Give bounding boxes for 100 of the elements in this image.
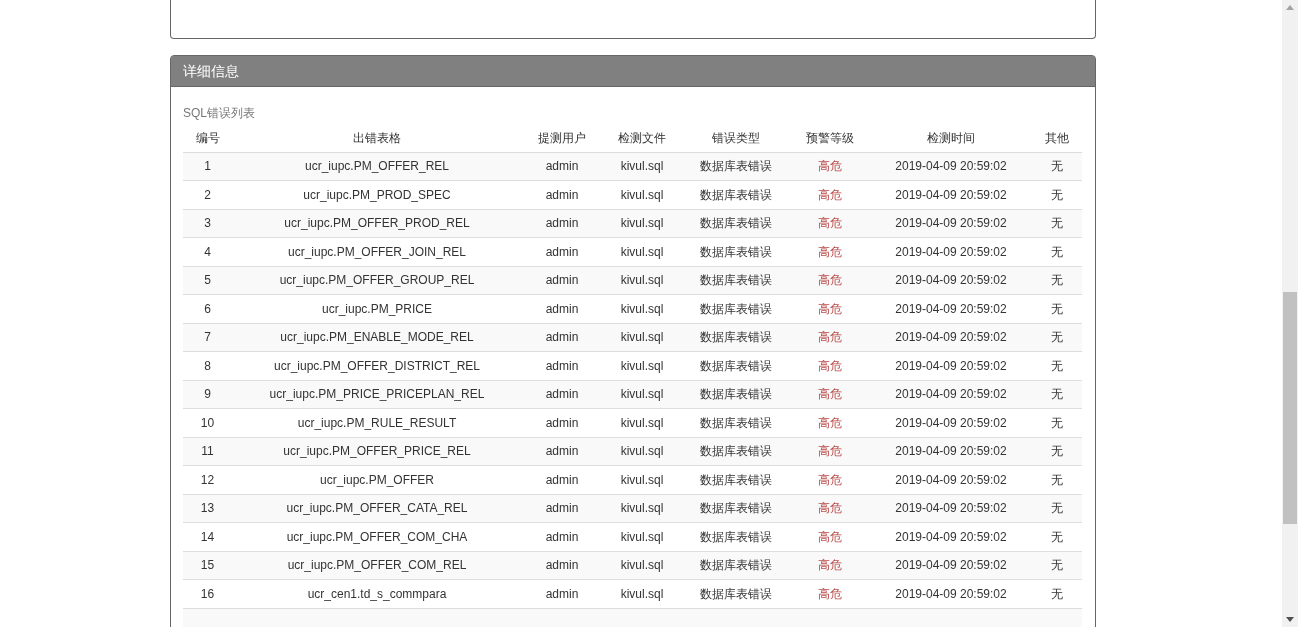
other-cell: 无 (1051, 387, 1063, 402)
alert-level: 高危 (818, 472, 842, 487)
row-number: 16 (200, 586, 215, 601)
table-name: ucr_iupc.PM_OFFER_GROUP_REL (279, 273, 475, 288)
table-name: ucr_iupc.PM_OFFER_CATA_REL (286, 501, 468, 516)
other-cell: 无 (1051, 501, 1063, 516)
error-type: 数据库表错误 (700, 415, 772, 430)
time-cell: 2019-04-09 20:59:02 (895, 358, 1007, 373)
alert-level: 高危 (818, 330, 842, 345)
error-type: 数据库表错误 (700, 558, 772, 573)
error-type: 数据库表错误 (700, 444, 772, 459)
time-cell: 2019-04-09 20:59:02 (895, 558, 1007, 573)
alert-level: 高危 (818, 273, 842, 288)
row-number: 3 (204, 216, 211, 231)
user-cell: admin (545, 301, 579, 316)
other-cell: 无 (1051, 273, 1063, 288)
file-cell: kivul.sql (620, 159, 664, 174)
row-number: 13 (200, 501, 215, 516)
table-name: ucr_iupc.PM_OFFER (320, 472, 434, 487)
scroll-down-icon[interactable] (1286, 617, 1294, 622)
user-cell: admin (545, 216, 579, 231)
row-number: 6 (204, 301, 211, 316)
error-type: 数据库表错误 (700, 472, 772, 487)
other-cell: 无 (1051, 330, 1063, 345)
file-cell: kivul.sql (620, 244, 664, 259)
other-cell: 无 (1051, 358, 1063, 373)
table-name: ucr_iupc.PM_ENABLE_MODE_REL (280, 330, 474, 345)
scroll-up-icon[interactable] (1286, 5, 1294, 10)
time-cell: 2019-04-09 20:59:02 (895, 444, 1007, 459)
column-header: 检测时间 (927, 131, 975, 146)
file-cell: kivul.sql (620, 216, 664, 231)
file-cell: kivul.sql (620, 501, 664, 516)
file-cell: kivul.sql (620, 472, 664, 487)
time-cell: 2019-04-09 20:59:02 (895, 387, 1007, 402)
table-name: ucr_iupc.PM_PROD_SPEC (303, 187, 451, 202)
error-type: 数据库表错误 (700, 187, 772, 202)
other-cell: 无 (1051, 586, 1063, 601)
row-number: 11 (201, 444, 214, 459)
alert-level: 高危 (818, 501, 842, 516)
file-cell: kivul.sql (620, 558, 664, 573)
row-number: 8 (204, 358, 211, 373)
table-name: ucr_iupc.PM_PRICE_PRICEPLAN_REL (269, 387, 485, 402)
table-name: ucr_iupc.PM_OFFER_DISTRICT_REL (273, 358, 481, 373)
error-type: 数据库表错误 (700, 529, 772, 544)
file-cell: kivul.sql (620, 301, 664, 316)
error-type: 数据库表错误 (700, 244, 772, 259)
scrollbar-thumb[interactable] (1283, 292, 1297, 524)
row-number: 10 (200, 415, 215, 430)
time-cell: 2019-04-09 20:59:02 (895, 529, 1007, 544)
user-cell: admin (545, 358, 579, 373)
table-name: ucr_iupc.PM_OFFER_COM_CHA (286, 529, 468, 544)
user-cell: admin (545, 472, 579, 487)
row-number: 14 (200, 529, 215, 544)
row-number: 1 (204, 159, 211, 174)
file-cell: kivul.sql (620, 330, 664, 345)
error-type: 数据库表错误 (700, 358, 772, 373)
other-cell: 无 (1051, 216, 1063, 231)
time-cell: 2019-04-09 20:59:02 (895, 159, 1007, 174)
table-name: ucr_iupc.PM_OFFER_REL (304, 159, 449, 174)
column-header: 检测文件 (618, 131, 666, 146)
error-type: 数据库表错误 (700, 273, 772, 288)
table-name: ucr_cen1.td_s_commpara (307, 586, 447, 601)
table-name: ucr_iupc.PM_PRICE (321, 301, 432, 316)
other-cell: 无 (1051, 187, 1063, 202)
time-cell: 2019-04-09 20:59:02 (895, 244, 1007, 259)
time-cell: 2019-04-09 20:59:02 (895, 415, 1007, 430)
user-cell: admin (545, 444, 579, 459)
table-name: ucr_iupc.PM_OFFER_COM_REL (287, 558, 467, 573)
user-cell: admin (545, 415, 579, 430)
alert-level: 高危 (818, 358, 842, 373)
error-type: 数据库表错误 (700, 159, 772, 174)
error-type: 数据库表错误 (700, 301, 772, 316)
time-cell: 2019-04-09 20:59:02 (895, 501, 1007, 516)
time-cell: 2019-04-09 20:59:02 (895, 330, 1007, 345)
alert-level: 高危 (818, 159, 842, 174)
user-cell: admin (545, 586, 579, 601)
user-cell: admin (545, 273, 579, 288)
file-cell: kivul.sql (620, 415, 664, 430)
user-cell: admin (545, 501, 579, 516)
column-header: 提测用户 (538, 131, 586, 146)
error-type: 数据库表错误 (700, 501, 772, 516)
table-name: ucr_iupc.PM_OFFER_JOIN_REL (287, 244, 467, 259)
error-type: 数据库表错误 (700, 586, 772, 601)
error-type: 数据库表错误 (700, 387, 772, 402)
time-cell: 2019-04-09 20:59:02 (895, 187, 1007, 202)
alert-level: 高危 (818, 586, 842, 601)
column-header: 其他 (1045, 131, 1069, 146)
alert-level: 高危 (818, 444, 842, 459)
other-cell: 无 (1051, 244, 1063, 259)
other-cell: 无 (1051, 444, 1063, 459)
file-cell: kivul.sql (620, 444, 664, 459)
alert-level: 高危 (818, 415, 842, 430)
file-cell: kivul.sql (620, 529, 664, 544)
time-cell: 2019-04-09 20:59:02 (895, 586, 1007, 601)
alert-level: 高危 (818, 187, 842, 202)
row-number: 12 (200, 472, 215, 487)
alert-level: 高危 (818, 244, 842, 259)
user-cell: admin (545, 387, 579, 402)
column-header: 错误类型 (712, 131, 760, 146)
error-type: 数据库表错误 (700, 216, 772, 231)
